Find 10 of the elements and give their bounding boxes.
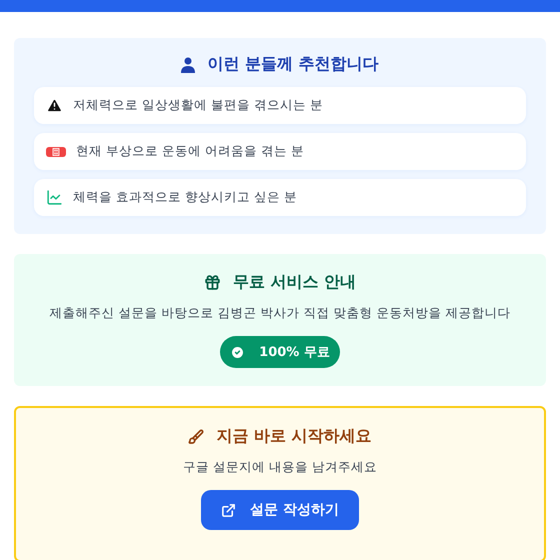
section-title: 이런 분들께 추천합니다 [207,54,379,75]
free-badge: 100% 무료 [220,336,340,368]
free-description: 제출해주신 설문을 바탕으로 김병곤 박사가 직접 맞춤형 운동처방을 제공합니다 [50,305,510,322]
section-title: 지금 바로 시작하세요 [216,426,372,447]
item-text: 체력을 효과적으로 향상시키고 싶은 분 [73,189,297,206]
start-description: 구글 설문지에 내용을 남겨주세요 [183,459,377,476]
section-title: 무료 서비스 안내 [232,272,356,293]
item-text: 저체력으로 일상생활에 불편을 겪으시는 분 [73,97,323,114]
survey-button[interactable]: 설문 작성하기 [201,490,359,530]
item-text: 현재 부상으로 운동에 어려움을 겪는 분 [76,143,304,160]
